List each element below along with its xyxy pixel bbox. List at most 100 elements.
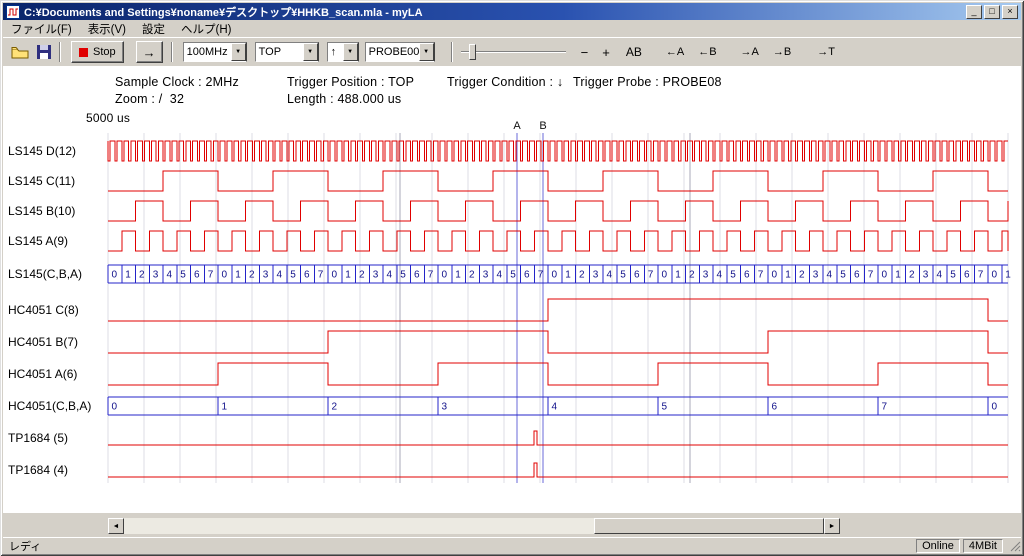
minimize-button[interactable]: _ [966,5,982,19]
info-sample-clock: Sample Clock : 2MHz [115,75,239,89]
scroll-left-button[interactable]: ◄ [108,518,124,534]
window-title: C:¥Documents and Settings¥noname¥デスクトップ¥… [24,4,964,20]
channel-label-ls145-bus: LS145(C,B,A) [8,267,82,281]
trigger-probe-select[interactable]: PROBE00 ▼ [365,42,435,62]
signal-hc4051-a6 [108,363,1008,385]
bus-value: 0 [552,270,558,281]
zoom-slider-groove [461,51,566,53]
channel-label-hc4051-a6: HC4051 A(6) [8,367,77,381]
save-button[interactable] [33,41,55,63]
stop-label: Stop [93,46,116,58]
signal-hc4051-b7 [108,331,1008,353]
title-bar: C:¥Documents and Settings¥noname¥デスクトップ¥… [3,3,1021,20]
bus-value: 3 [153,270,159,281]
bus-value: 1 [565,270,571,281]
trigger-edge-select[interactable]: ↑ ▼ [327,42,359,62]
bus-value: 7 [758,270,764,281]
bus-value: 4 [552,402,558,413]
bus-value: 2 [249,270,255,281]
menu-help[interactable]: ヘルプ(H) [173,20,239,38]
sample-clock-select[interactable]: 100MHz ▼ [183,42,247,62]
toolbar: Stop → 100MHz ▼ TOP ▼ ↑ ▼ PROBE00 ▼ − + … [3,37,1021,66]
signal-tp1684-5 [108,431,1008,445]
bus-value: 1 [785,270,791,281]
trigger-edge-value: ↑ [328,46,343,58]
bus-value: 7 [428,270,434,281]
bus-value: 3 [373,270,379,281]
bus-value: 4 [717,270,723,281]
goto-b-back-button[interactable]: ←B [693,44,721,60]
bus-value: 3 [483,270,489,281]
bus-value: 2 [359,270,365,281]
bus-value: 6 [772,402,778,413]
ab-span-button[interactable]: AB [621,43,647,61]
status-online-badge: Online [916,539,960,553]
goto-b-fwd-button[interactable]: →B [768,44,796,60]
menu-file[interactable]: ファイル(F) [3,20,80,38]
info-length: Length : 488.000 us [287,92,401,106]
bus-value: 6 [634,270,640,281]
chevron-down-icon: ▼ [343,43,358,61]
menu-view[interactable]: 表示(V) [80,20,134,38]
waveform-plot[interactable]: ABLS145 D(12)LS145 C(11)LS145 B(10)LS145… [3,66,1021,513]
channel-label-hc4051-c8: HC4051 C(8) [8,303,79,317]
signal-hc4051-c8 [108,299,1008,321]
zoom-out-button[interactable]: − [576,43,594,62]
bus-value: 6 [304,270,310,281]
bus-value: 7 [882,402,888,413]
bus-value: 4 [497,270,503,281]
resize-grip[interactable] [1008,539,1021,553]
zoom-in-button[interactable]: + [597,43,615,62]
close-button[interactable]: × [1002,5,1018,19]
goto-a-back-button[interactable]: ←A [661,44,689,60]
scrollbar-track[interactable] [124,518,824,534]
app-icon[interactable] [6,5,20,19]
marker-a-label: A [513,120,521,132]
horizontal-scrollbar[interactable]: ◄ ► [108,518,840,534]
bus-value: 3 [813,270,819,281]
run-button[interactable]: → [136,41,163,63]
bus-value: 3 [923,270,929,281]
stop-button[interactable]: Stop [71,41,124,63]
channel-label-ls145-b10: LS145 B(10) [8,204,75,218]
marker-b-label: B [539,120,546,132]
zoom-slider[interactable] [461,42,566,62]
goto-trigger-button[interactable]: →T [812,44,840,60]
status-memory-badge: 4MBit [963,539,1003,553]
scrollbar-thumb[interactable] [594,518,824,534]
open-file-button[interactable] [9,41,31,63]
channel-label-ls145-a9: LS145 A(9) [8,234,68,248]
bus-value: 6 [744,270,750,281]
bus-value: 7 [868,270,874,281]
scroll-right-button[interactable]: ► [824,518,840,534]
bus-value: 0 [992,402,998,413]
menu-settings[interactable]: 設定 [134,20,173,38]
open-folder-icon [11,45,29,59]
bus-value: 5 [510,270,516,281]
bus-value: 2 [139,270,145,281]
signal-ls145-c11 [108,171,1008,191]
bus-value: 2 [332,402,338,413]
bus-value: 0 [772,270,778,281]
maximize-button[interactable]: □ [984,5,1000,19]
zoom-slider-handle[interactable] [469,44,476,60]
bus-value: 5 [730,270,736,281]
channel-label-ls145-d12: LS145 D(12) [8,144,76,158]
status-bar: レディ Online 4MBit [3,537,1021,553]
trigger-position-select[interactable]: TOP ▼ [255,42,319,62]
bus-value: 1 [675,270,681,281]
bus-value: 4 [277,270,283,281]
bus-value: 5 [290,270,296,281]
channel-label-hc4051-b7: HC4051 B(7) [8,335,78,349]
signal-ls145-a9 [108,231,1008,251]
bus-value: 4 [167,270,173,281]
bus-value: 7 [318,270,324,281]
goto-a-fwd-button[interactable]: →A [736,44,764,60]
bus-value: 1 [1005,270,1011,281]
grid-lines [108,133,1008,483]
bus-value: 5 [400,270,406,281]
bus-value: 1 [895,270,901,281]
trigger-probe-value: PROBE00 [366,46,419,58]
toolbar-separator [171,42,173,62]
bus-value: 7 [208,270,214,281]
